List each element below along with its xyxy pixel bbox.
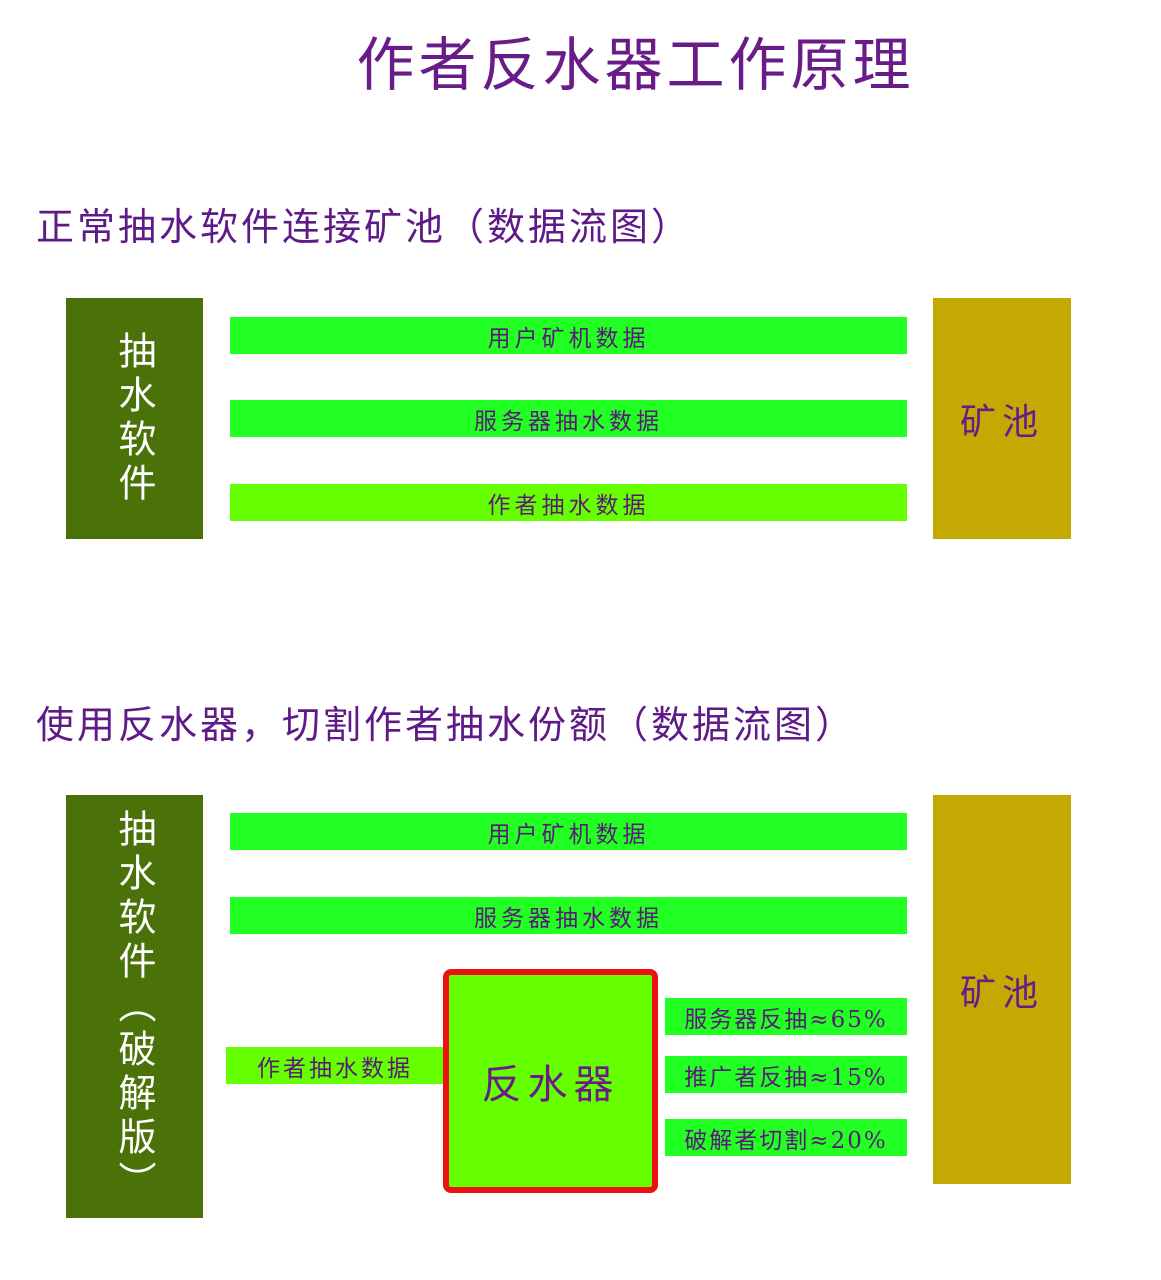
section1-flow-author-data: 作者抽水数据 (230, 484, 907, 521)
output-promoter-share: 推广者反抽≈15% (665, 1056, 907, 1093)
reverser-box: 反水器 (443, 969, 658, 1193)
section1-flow-server-data: 服务器抽水数据 (230, 400, 907, 437)
section2-software-label: 抽水软件（破解版） (112, 808, 156, 1205)
reverser-label: 反水器 (481, 1062, 620, 1108)
page-title: 作者反水器工作原理 (356, 31, 915, 99)
section2-heading: 使用反水器，切割作者抽水份额（数据流图） (36, 703, 857, 747)
section2-flow-author-data: 作者抽水数据 (226, 1047, 444, 1084)
output-server-share: 服务器反抽≈65% (665, 998, 907, 1035)
section2-pool-label: 矿池 (959, 972, 1044, 1014)
output-cracker-share: 破解者切割≈20% (665, 1119, 907, 1156)
section1-heading: 正常抽水软件连接矿池（数据流图） (36, 205, 693, 249)
section1-software-label: 抽水软件 (112, 330, 156, 507)
section2-pool-box: 矿池 (933, 795, 1071, 1184)
section1-pool-box: 矿池 (933, 298, 1071, 539)
section1-flow-user-data: 用户矿机数据 (230, 317, 907, 354)
section2-flow-user-data: 用户矿机数据 (230, 813, 907, 850)
section1-pool-label: 矿池 (959, 401, 1044, 443)
section2-software-box: 抽水软件（破解版） (66, 795, 203, 1218)
section1-software-box: 抽水软件 (66, 298, 203, 539)
section2-flow-server-data: 服务器抽水数据 (230, 897, 907, 934)
